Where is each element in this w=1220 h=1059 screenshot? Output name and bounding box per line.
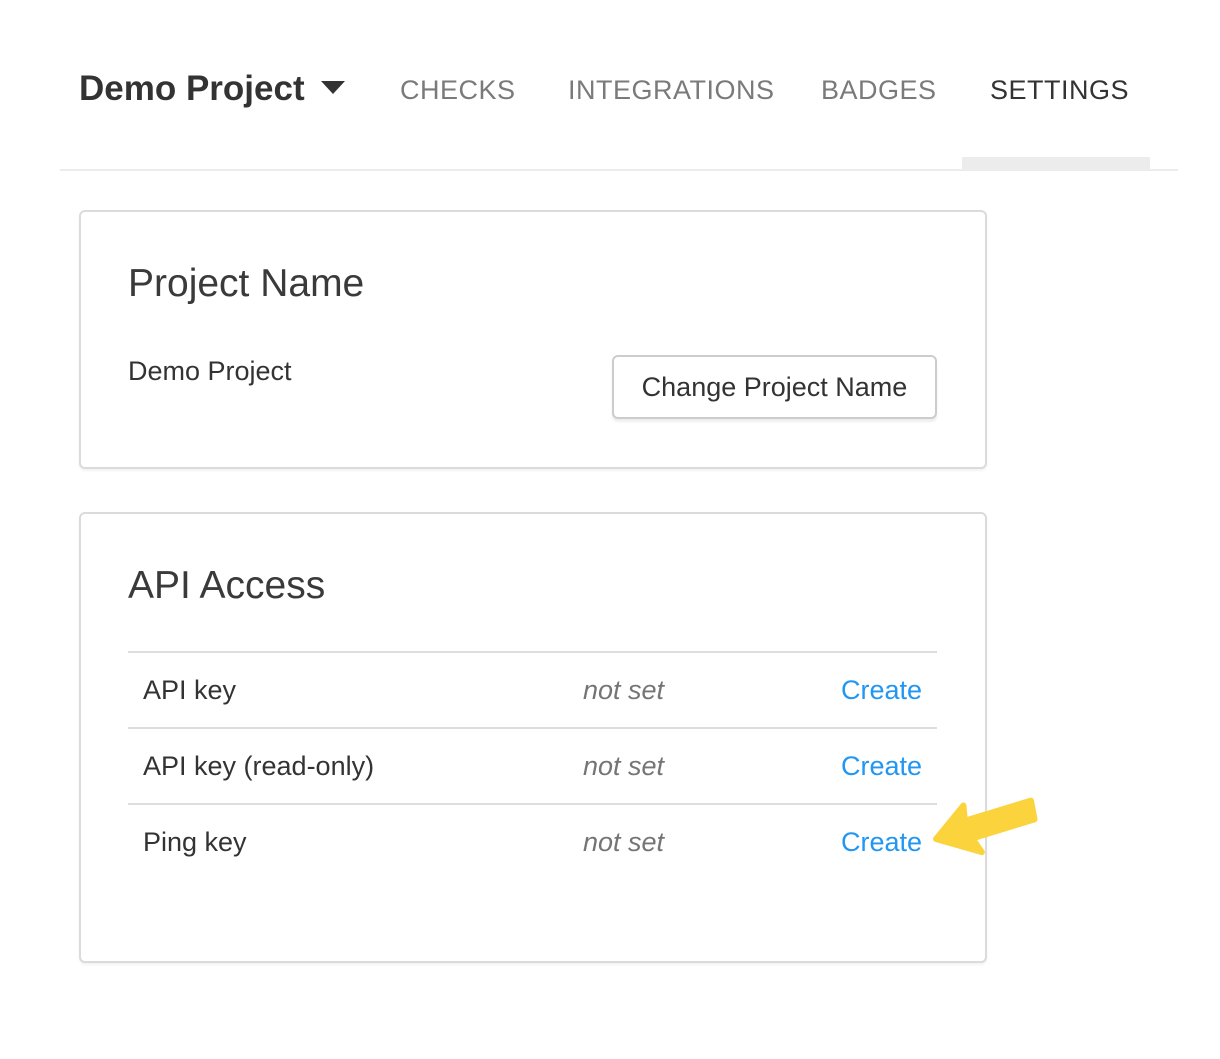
ping-key-value: not set <box>508 827 739 858</box>
table-row-api-key: API key not set Create <box>128 651 937 727</box>
api-key-value: not set <box>508 675 739 706</box>
tab-settings[interactable]: SETTINGS <box>990 75 1129 106</box>
project-name-card-title: Project Name <box>128 262 364 306</box>
project-switcher[interactable]: Demo Project <box>79 69 345 109</box>
api-key-readonly-value: not set <box>508 751 739 782</box>
api-key-readonly-label: API key (read-only) <box>128 751 508 782</box>
current-project-name: Demo Project <box>128 356 292 387</box>
table-row-ping-key: Ping key not set Create <box>128 803 937 879</box>
caret-down-icon <box>321 81 345 94</box>
change-project-name-button[interactable]: Change Project Name <box>612 355 937 419</box>
tab-badges[interactable]: BADGES <box>821 75 937 106</box>
project-name-card: Project Name Demo Project Change Project… <box>79 210 987 469</box>
project-switcher-label: Demo Project <box>79 69 305 108</box>
create-api-key-link[interactable]: Create <box>841 675 922 705</box>
api-access-card: API Access API key not set Create API ke… <box>79 512 987 963</box>
api-access-card-title: API Access <box>128 564 325 608</box>
ping-key-label: Ping key <box>128 827 508 858</box>
api-key-label: API key <box>128 675 508 706</box>
create-ping-key-link[interactable]: Create <box>841 827 922 857</box>
project-settings-page: Demo Project CHECKS INTEGRATIONS BADGES … <box>0 0 1220 1059</box>
tab-checks[interactable]: CHECKS <box>400 75 516 106</box>
nav-divider <box>60 169 1178 171</box>
tab-integrations[interactable]: INTEGRATIONS <box>568 75 775 106</box>
api-keys-table: API key not set Create API key (read-onl… <box>128 651 937 879</box>
table-row-api-key-readonly: API key (read-only) not set Create <box>128 727 937 803</box>
create-api-key-readonly-link[interactable]: Create <box>841 751 922 781</box>
